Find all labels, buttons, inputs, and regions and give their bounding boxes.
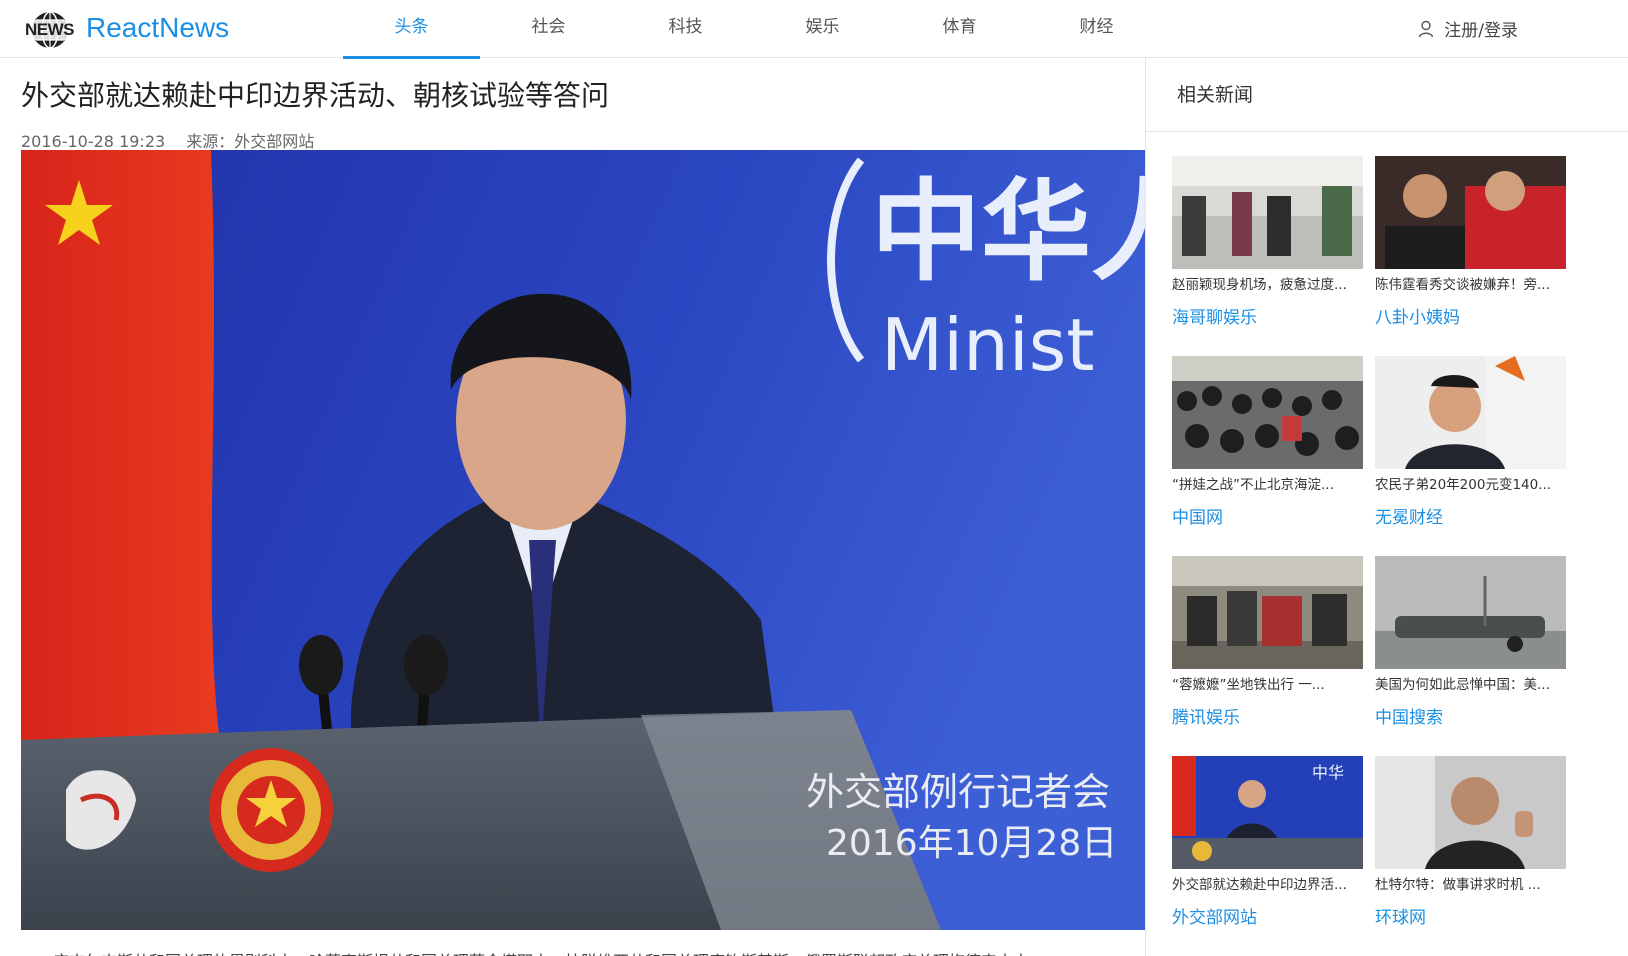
hero-caption-line1: 外交部例行记者会 xyxy=(806,770,1110,814)
related-news-title: 外交部就达赖赴中印边界活... xyxy=(1172,877,1347,893)
related-news-card[interactable]: “拼娃之战”不止北京海淀... 中国网 xyxy=(1172,356,1363,556)
tab-sports[interactable]: 体育 xyxy=(891,0,1028,58)
related-news-source[interactable]: 海哥聊娱乐 xyxy=(1172,303,1363,328)
speaker-photo-icon xyxy=(1375,756,1566,869)
user-icon xyxy=(1419,20,1434,37)
tab-headlines[interactable]: 头条 xyxy=(343,0,480,59)
article-body: 一、应吉尔吉斯共和国总理热恩别科夫、哈萨克斯坦共和国总理萨金塔耶夫、拉脱维亚共和… xyxy=(21,948,1145,956)
related-news-source[interactable]: 中国搜索 xyxy=(1375,703,1566,728)
related-news-card[interactable]: 美国为何如此忌惮中国：美... 中国搜索 xyxy=(1375,556,1566,756)
related-news-title: 杜特尔特：做事讲求时机 ... xyxy=(1375,877,1541,893)
top-header: NEWS ReactNews 头条 社会 科技 娱乐 体育 财经 注册/登录 xyxy=(0,0,1628,59)
logo[interactable]: NEWS ReactNews xyxy=(22,8,230,49)
backdrop-chinese-text: 中华人 xyxy=(871,168,1145,296)
related-news-card[interactable]: 杜特尔特：做事讲求时机 ... 环球网 xyxy=(1375,756,1566,956)
related-news-card[interactable]: 陈伟霆看秀交谈被嫌弃！旁... 八卦小姨妈 xyxy=(1375,156,1566,356)
hero-image: 中华人 Minist 外交部例行记者会 xyxy=(21,150,1145,930)
category-nav: 头条 社会 科技 娱乐 体育 财经 xyxy=(343,0,1165,59)
login-register-link[interactable]: 注册/登录 xyxy=(1418,16,1518,41)
related-news-sidebar: 相关新闻 赵丽颖现身机场，疲惫过度... 海哥聊娱乐 陈伟霆看秀交谈被嫌弃！旁.… xyxy=(1145,58,1628,956)
related-news-source[interactable]: 外交部网站 xyxy=(1172,903,1363,928)
related-news-title: 赵丽颖现身机场，疲惫过度... xyxy=(1172,277,1347,293)
article-source: 来源：外交部网站 xyxy=(186,132,315,151)
related-news-heading: 相关新闻 xyxy=(1146,58,1628,132)
related-news-source[interactable]: 环球网 xyxy=(1375,903,1566,928)
related-news-source[interactable]: 中国网 xyxy=(1172,503,1363,528)
related-news-source[interactable]: 无冕财经 xyxy=(1375,503,1566,528)
portrait-photo-icon xyxy=(1375,356,1566,469)
logo-text: ReactNews xyxy=(86,12,230,43)
tab-entertainment[interactable]: 娱乐 xyxy=(754,0,891,58)
subway-photo-icon xyxy=(1172,556,1363,669)
related-news-card[interactable]: 中华 外交部就达赖赴中印边界活... 外交部网站 xyxy=(1172,756,1363,956)
article: 外交部就达赖赴中印边界活动、朝核试验等答问 2016-10-28 19:23 来… xyxy=(21,58,1145,956)
article-date: 2016-10-28 19:23 xyxy=(21,132,166,151)
globe-icon: NEWS xyxy=(22,8,78,49)
related-news-grid: 赵丽颖现身机场，疲惫过度... 海哥聊娱乐 陈伟霆看秀交谈被嫌弃！旁... 八卦… xyxy=(1172,156,1566,956)
backdrop-english-text: Minist xyxy=(881,303,1095,387)
article-title: 外交部就达赖赴中印边界活动、朝核试验等答问 xyxy=(21,79,610,112)
missile-photo-icon xyxy=(1375,556,1566,669)
related-news-card[interactable]: 赵丽颖现身机场，疲惫过度... 海哥聊娱乐 xyxy=(1172,156,1363,356)
airport-photo-icon xyxy=(1172,156,1363,269)
tab-society[interactable]: 社会 xyxy=(480,0,617,58)
press-photo-icon: 中华 xyxy=(1172,756,1363,869)
related-news-title: 陈伟霆看秀交谈被嫌弃！旁... xyxy=(1375,277,1550,293)
related-news-card[interactable]: 农民子弟20年200元变140... 无冕财经 xyxy=(1375,356,1566,556)
logo-badge: NEWS xyxy=(24,20,75,40)
related-news-title: “拼娃之战”不止北京海淀... xyxy=(1172,477,1334,493)
related-news-title: “蓉嬷嬷”坐地铁出行 一... xyxy=(1172,677,1325,693)
related-news-title: 农民子弟20年200元变140... xyxy=(1375,477,1552,493)
hero-caption-line2: 2016年10月28日 xyxy=(826,823,1117,864)
tab-finance[interactable]: 财经 xyxy=(1028,0,1165,58)
show-photo-icon xyxy=(1375,156,1566,269)
article-meta: 2016-10-28 19:23 来源：外交部网站 xyxy=(21,128,314,152)
tab-technology[interactable]: 科技 xyxy=(617,0,754,58)
related-news-source[interactable]: 腾讯娱乐 xyxy=(1172,703,1363,728)
related-news-card[interactable]: “蓉嬷嬷”坐地铁出行 一... 腾讯娱乐 xyxy=(1172,556,1363,756)
svg-text:中华: 中华 xyxy=(1312,763,1344,782)
login-register-label: 注册/登录 xyxy=(1444,21,1518,41)
related-news-title: 美国为何如此忌惮中国：美... xyxy=(1375,677,1550,693)
crowd-photo-icon xyxy=(1172,356,1363,469)
related-news-source[interactable]: 八卦小姨妈 xyxy=(1375,303,1566,328)
